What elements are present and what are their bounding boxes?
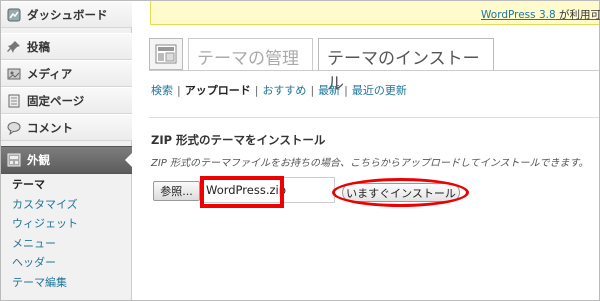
sidebar-item-label: 外観 [27,153,50,167]
sidebar-item-label: メディア [27,66,73,81]
themes-screen-icon [149,38,183,70]
subnav-featured[interactable]: おすすめ [262,84,306,97]
update-notice-link[interactable]: WordPress 3.8 が利用可 [481,7,600,22]
submenu-item-widgets[interactable]: ウィジェット [1,214,132,234]
upload-section-title: ZIP 形式のテーマをインストール [151,133,326,147]
page-icon [7,94,21,108]
submenu-item-customize[interactable]: カスタマイズ [1,195,132,215]
subnav-recently-updated[interactable]: 最近の更新 [352,84,407,97]
subnav-newest[interactable]: 最新 [318,84,340,97]
sidebar-item-pages[interactable]: 固定ページ [1,87,132,114]
sidebar-item-media[interactable]: メディア [1,60,132,87]
sidebar-item-label: 固定ページ [27,93,85,108]
update-notice: WordPress 3.8 が利用可 [150,1,600,25]
media-icon [7,67,21,81]
dashboard-icon [7,8,21,22]
subnav-separator: | [177,84,181,97]
subnav-separator: | [344,84,348,97]
comment-icon [7,121,21,135]
submenu-item-themes[interactable]: テーマ [1,175,132,195]
highlight-ellipse [332,178,469,207]
tab-install-themes[interactable]: テーマのインストール [318,38,494,94]
sidebar-item-label: ダッシュボード [27,7,108,22]
update-version-link[interactable]: WordPress 3.8 [481,9,556,21]
submenu-item-menus[interactable]: メニュー [1,234,132,254]
tab-divider [149,70,599,71]
appearance-icon [7,153,21,167]
subnav-separator: | [254,84,259,97]
sidebar-item-label: 投稿 [27,39,50,54]
subnav-search[interactable]: 検索 [151,84,173,97]
browse-button[interactable]: 参照... [153,181,200,201]
submenu-item-header[interactable]: ヘッダー [1,253,132,273]
submenu-item-theme-editor[interactable]: テーマ編集 [1,273,132,293]
section-divider [149,117,599,118]
update-notice-text: が利用可 [555,9,600,21]
sidebar-item-posts[interactable]: 投稿 [1,33,132,60]
subnav-upload[interactable]: アップロード [185,84,251,97]
sidebar-item-appearance[interactable]: 外観 [1,146,133,174]
install-subnav: 検索 | アップロード | おすすめ | 最新 | 最近の更新 [151,82,407,98]
upload-section-description: ZIP 形式のテーマファイルをお持ちの場合、こちらからアップロードしてインストー… [151,158,589,169]
tab-manage-themes[interactable]: テーマの管理 [188,38,313,71]
appearance-submenu: テーマ カスタマイズ ウィジェット メニュー ヘッダー テーマ編集 [1,175,132,293]
admin-sidebar: ダッシュボード 投稿 メディア 固定ページ コメント 外観 テーマ カスタマイズ… [1,1,133,300]
subnav-separator: | [310,84,315,97]
highlight-rectangle [200,176,284,208]
sidebar-item-label: コメント [27,120,73,135]
sidebar-item-comments[interactable]: コメント [1,114,132,141]
sidebar-item-dashboard[interactable]: ダッシュボード [1,1,132,28]
pin-icon [7,40,21,54]
